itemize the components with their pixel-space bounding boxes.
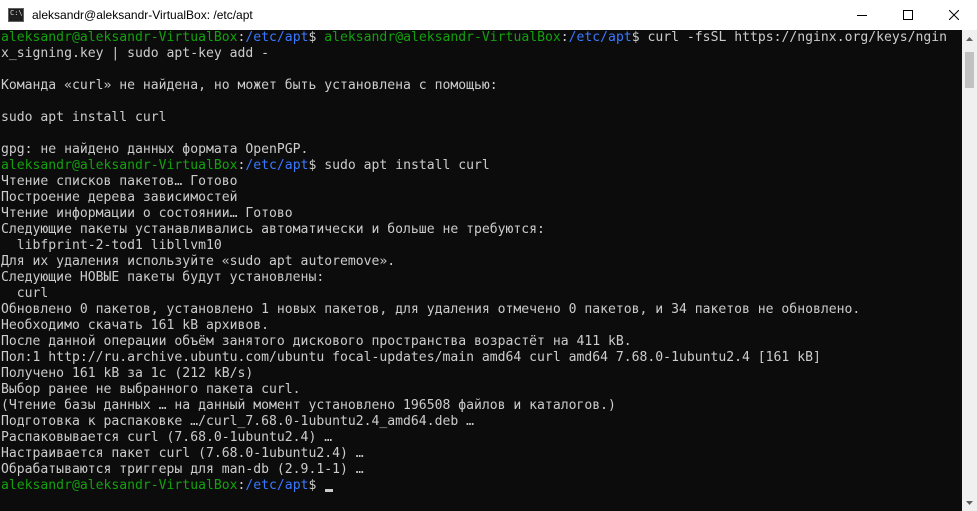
- terminal-line: aleksandr@aleksandr-VirtualBox:/etc/apt$: [1, 478, 334, 494]
- scrollbar-thumb[interactable]: [965, 52, 974, 88]
- terminal-line: Обновлено 0 пакетов, установлено 1 новых…: [1, 302, 861, 317]
- terminal-window: C:\ aleksandr@aleksandr-VirtualBox: /etc…: [0, 0, 977, 511]
- terminal-line: aleksandr@aleksandr-VirtualBox:/etc/apt$…: [1, 30, 948, 45]
- close-button[interactable]: [931, 0, 977, 30]
- prompt-path: /etc/apt: [568, 30, 632, 45]
- text-cursor: [325, 489, 334, 492]
- vertical-scrollbar[interactable]: [962, 30, 977, 511]
- terminal-line: Настраивается пакет curl (7.68.0-1ubuntu…: [1, 446, 364, 461]
- prompt-user-host: aleksandr@aleksandr-VirtualBox: [1, 478, 238, 493]
- prompt-path: /etc/apt: [245, 30, 309, 45]
- terminal-line: curl: [1, 286, 49, 301]
- terminal-line: x_signing.key | sudo apt-key add -: [1, 46, 270, 61]
- maximize-button[interactable]: [885, 0, 931, 30]
- terminal-line: Команда «curl» не найдена, но может быть…: [1, 78, 498, 93]
- terminal-line: Получено 161 kB за 1c (212 kB/s): [1, 366, 254, 381]
- terminal-line: После данной операции объём занятого дис…: [1, 334, 632, 349]
- terminal-line: Обрабатываются триггеры для man-db (2.9.…: [1, 462, 364, 477]
- terminal-line: Пол:1 http://ru.archive.ubuntu.com/ubunt…: [1, 350, 821, 365]
- terminal-line: Подготовка к распаковке …/curl_7.68.0-1u…: [1, 414, 474, 429]
- terminal-line: Следующие НОВЫЕ пакеты будут установлены…: [1, 270, 325, 285]
- terminal-line: sudo apt install curl: [1, 110, 167, 125]
- prompt-path: /etc/apt: [245, 478, 309, 493]
- terminal-line: libfprint-2-tod1 libllvm10: [1, 238, 222, 253]
- prompt-path: /etc/apt: [245, 158, 309, 173]
- prompt-user-host: aleksandr@aleksandr-VirtualBox: [1, 158, 238, 173]
- command-text: curl -fsSL https://nginx.org/keys/ngin: [647, 30, 948, 45]
- terminal-line: Чтение списков пакетов… Готово: [1, 174, 238, 189]
- prompt-user-host: aleksandr@aleksandr-VirtualBox: [324, 30, 561, 45]
- terminal-line: aleksandr@aleksandr-VirtualBox:/etc/apt$…: [1, 158, 490, 173]
- terminal-line: Чтение информации о состоянии… Готово: [1, 206, 293, 221]
- terminal-line: (Чтение базы данных … на данный момент у…: [1, 398, 616, 413]
- maximize-icon: [903, 10, 913, 20]
- prompt-symbol: $: [308, 30, 317, 45]
- prompt-user-host: aleksandr@aleksandr-VirtualBox: [1, 30, 238, 45]
- terminal-line: Построение дерева зависимостей: [1, 190, 238, 205]
- terminal-line: Необходимо скачать 161 kB архивов.: [1, 318, 270, 333]
- terminal-output[interactable]: aleksandr@aleksandr-VirtualBox:/etc/apt$…: [0, 30, 962, 511]
- scroll-down-button[interactable]: [962, 494, 977, 511]
- window-controls: [839, 0, 977, 30]
- console-app-icon: C:\: [8, 8, 24, 22]
- close-icon: [949, 10, 959, 20]
- title-bar[interactable]: C:\ aleksandr@aleksandr-VirtualBox: /etc…: [0, 0, 977, 30]
- command-text: [316, 478, 324, 493]
- terminal-line: gpg: не найдено данных формата OpenPGP.: [1, 142, 309, 157]
- terminal-line: Следующие пакеты устанавливались автомат…: [1, 222, 545, 237]
- terminal-line: Для их удаления используйте «sudo apt au…: [1, 254, 396, 269]
- chevron-up-icon: [966, 36, 973, 41]
- prompt-symbol: $: [631, 30, 640, 45]
- command-text: sudo apt install curl: [316, 158, 490, 173]
- terminal-line: Распаковывается curl (7.68.0-1ubuntu2.4)…: [1, 430, 333, 445]
- scroll-up-button[interactable]: [962, 30, 977, 47]
- chevron-down-icon: [966, 500, 973, 505]
- terminal-line: Выбор ранее не выбранного пакета curl.: [1, 382, 301, 397]
- window-title: aleksandr@aleksandr-VirtualBox: /etc/apt: [32, 8, 253, 22]
- minimize-button[interactable]: [839, 0, 885, 30]
- minimize-icon: [857, 15, 867, 16]
